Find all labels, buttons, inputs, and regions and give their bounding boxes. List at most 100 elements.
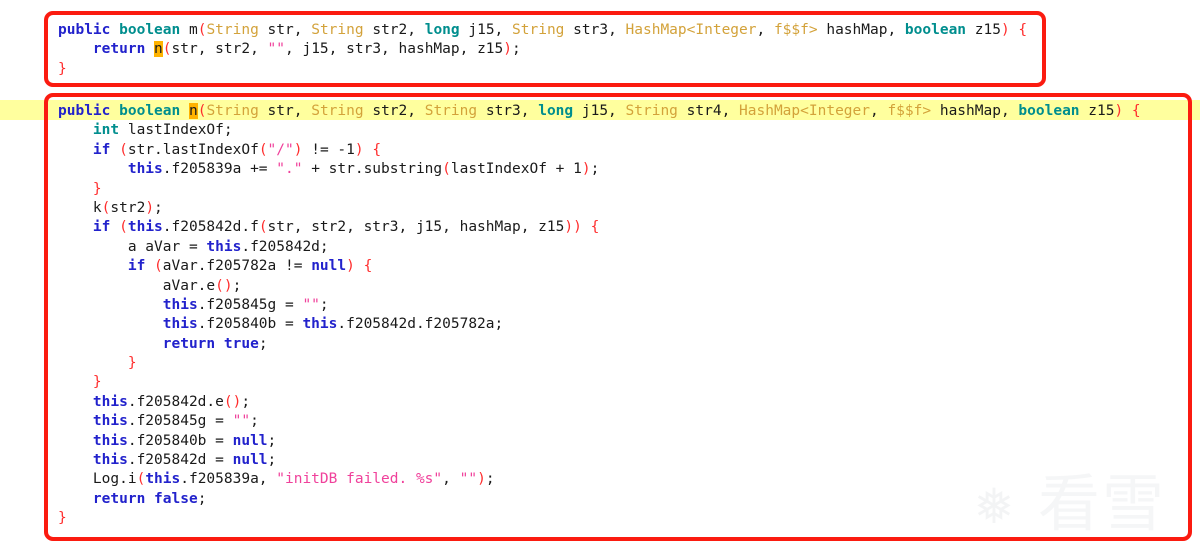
code-token: "" (232, 413, 251, 430)
code-token: m (188, 22, 198, 38)
code-token: hashMap, (817, 22, 905, 38)
code-token: this (206, 238, 242, 255)
code-line[interactable]: if (aVar.f205782a != null) { (58, 257, 1141, 276)
code-token: String (512, 22, 565, 38)
code-token: ; (197, 490, 207, 507)
code-token: if (127, 258, 146, 275)
code-token: ( (442, 161, 451, 178)
code-line[interactable]: a aVar = this.f205842d; (58, 238, 1141, 257)
code-token: .f205842d.f (162, 219, 259, 236)
code-viewer[interactable]: public boolean m (String str, String str2… (0, 0, 1200, 547)
code-line[interactable]: } (58, 509, 1141, 528)
code-token: return (92, 41, 146, 58)
caller-method-code[interactable]: public boolean m (String str, String str2… (58, 21, 1027, 79)
code-line[interactable]: } (58, 180, 1141, 199)
code-line[interactable]: if (this.f205842d.f(str, str2, str3, j15… (58, 218, 1141, 237)
code-token: { (372, 141, 382, 158)
code-token: ; (250, 413, 259, 430)
code-token: if (92, 219, 111, 236)
code-line[interactable]: aVar.e(); (58, 277, 1141, 296)
code-token: + str.substring (302, 161, 443, 178)
code-line[interactable]: k(str2); (58, 199, 1141, 218)
code-line[interactable]: this.f205842d.e(); (58, 393, 1141, 412)
code-token: str4, (677, 103, 740, 119)
code-token: ) (223, 277, 233, 294)
code-token: > (808, 22, 818, 38)
code-token: ) (581, 161, 591, 178)
code-token: public (58, 103, 111, 119)
code-token: ; (319, 296, 329, 313)
code-line[interactable]: this.f205845g = ""; (58, 296, 1141, 315)
code-token: ) (1114, 103, 1124, 119)
callee-method-code[interactable]: public boolean n (String str, String str2… (58, 102, 1141, 529)
code-token: long (424, 22, 460, 38)
code-line[interactable]: public boolean n(String str, String str2… (58, 102, 1141, 121)
code-token: ( (119, 141, 128, 158)
code-token: boolean (119, 103, 181, 119)
code-token: } (58, 510, 67, 527)
code-line[interactable]: if (str.lastIndexOf("/") != -1) { (58, 141, 1141, 160)
code-token: j15, (459, 22, 513, 38)
code-line[interactable]: return n(str, str2, "", j15, str3, hashM… (58, 40, 1027, 59)
code-line[interactable]: int lastIndexOf; (58, 121, 1141, 140)
code-token: true (223, 335, 259, 352)
code-token: return (92, 490, 146, 507)
code-token: .f205842d.f205782a; (337, 316, 504, 333)
code-line[interactable]: this.f205839a += "." + str.substring(las… (58, 160, 1141, 179)
code-line[interactable]: this.f205845g = ""; (58, 412, 1141, 431)
code-token: str, str2, str3, j15, hashMap, z15 (267, 219, 565, 236)
code-token: .f205839a, (180, 471, 277, 488)
code-token: ) (564, 219, 574, 236)
code-line[interactable]: this.f205840b = null; (58, 432, 1141, 451)
code-token: str2, (363, 103, 425, 119)
code-token: null (232, 452, 268, 469)
code-token: ; (258, 335, 268, 352)
code-token: f$$f (773, 22, 809, 38)
code-token: k (92, 199, 102, 216)
code-token: HashMap (739, 103, 801, 119)
code-line[interactable]: } (58, 354, 1141, 373)
code-line[interactable]: this.f205840b = this.f205842d.f205782a; (58, 315, 1141, 334)
code-token: str, str2, (171, 41, 268, 58)
code-token: "." (276, 161, 303, 178)
code-token: ) (145, 199, 155, 216)
code-token: int (92, 122, 120, 139)
code-token: ) (346, 258, 355, 275)
code-token: ) (1000, 22, 1010, 38)
code-line[interactable]: public boolean m(String str, String str2… (58, 21, 1027, 40)
code-line[interactable]: return false; (58, 490, 1141, 509)
code-token: "" (459, 471, 478, 488)
code-token: .f205845g = (127, 413, 233, 430)
code-token: > (922, 103, 932, 119)
code-line[interactable]: return true; (58, 335, 1141, 354)
code-token: f$$f (887, 103, 923, 119)
code-token: str, (258, 103, 312, 119)
code-token: str, (258, 22, 312, 38)
code-token: this (92, 413, 128, 430)
code-line[interactable]: Log.i(this.f205839a, "initDB failed. %s"… (58, 470, 1141, 489)
code-token: ) (354, 141, 364, 158)
code-line[interactable]: } (58, 373, 1141, 392)
code-token: .f205840b = (197, 316, 303, 333)
code-line[interactable]: } (58, 60, 1027, 79)
code-token: < (800, 103, 809, 119)
code-token: this (127, 161, 163, 178)
code-line[interactable]: this.f205842d = null; (58, 451, 1141, 470)
code-token: ; (154, 199, 163, 216)
code-token: ( (258, 141, 268, 158)
code-token: } (127, 355, 137, 372)
code-token: .f205842d.e (127, 393, 224, 410)
code-token: aVar.e (162, 277, 216, 294)
